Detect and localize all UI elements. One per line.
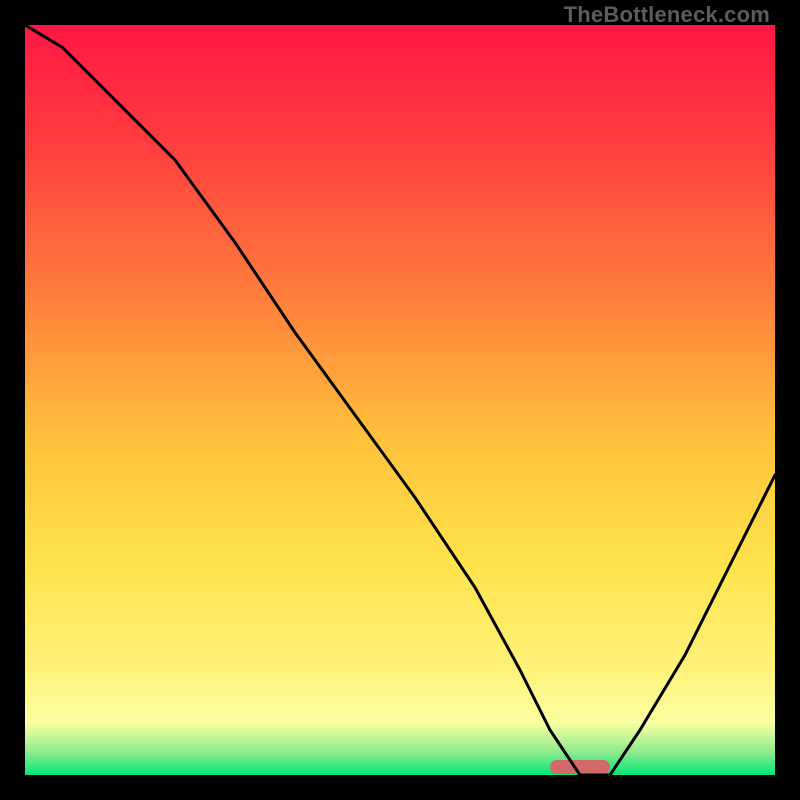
watermark-label: TheBottleneck.com bbox=[564, 2, 770, 28]
chart-frame bbox=[0, 0, 800, 800]
bottleneck-plot bbox=[25, 25, 775, 775]
optimal-zone-marker bbox=[550, 760, 610, 774]
heat-background bbox=[25, 25, 775, 775]
